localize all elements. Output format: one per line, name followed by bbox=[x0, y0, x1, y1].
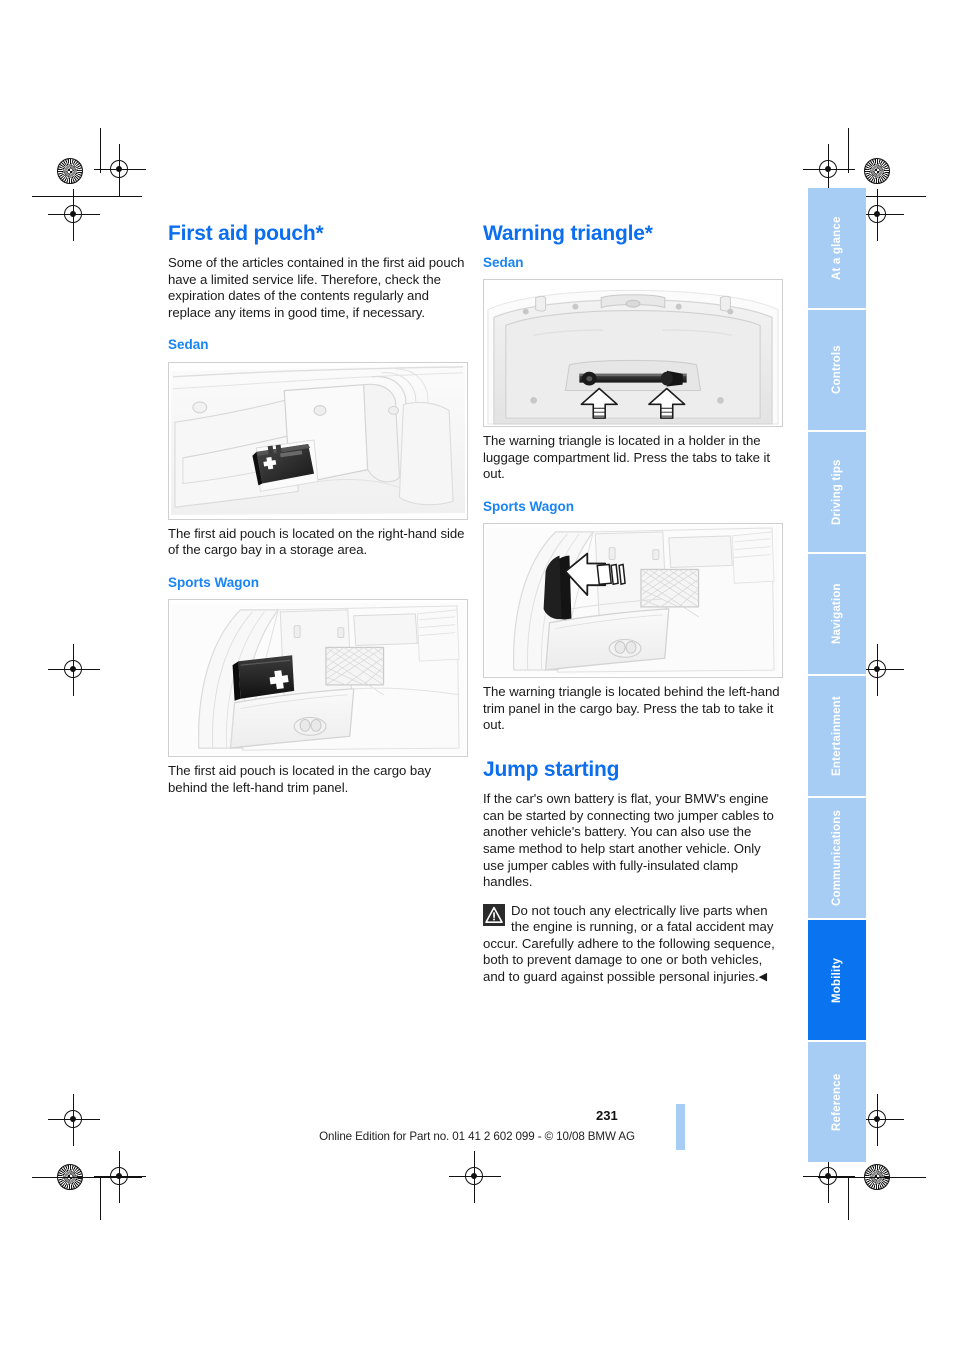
subheading-first-aid-sports-wagon: Sports Wagon bbox=[168, 574, 259, 590]
tab-controls[interactable]: Controls bbox=[808, 310, 866, 430]
figure-first-aid-sports-wagon: WRE11LK0028AA bbox=[168, 599, 468, 758]
tab-at-a-glance[interactable]: At a glance bbox=[808, 188, 866, 308]
first-aid-intro-text: Some of the articles contained in the fi… bbox=[168, 255, 465, 320]
manual-page: First aid pouch* Some of the articles co… bbox=[0, 0, 954, 1350]
subheading-warning-triangle-sedan: Sedan bbox=[483, 255, 524, 271]
tab-label-communications: Communications bbox=[831, 809, 843, 907]
subheading-warning-triangle-sports-wagon: Sports Wagon bbox=[483, 499, 574, 515]
jump-starting-body-text: If the car's own battery is flat, your B… bbox=[483, 791, 774, 890]
tab-label-at-a-glance: At a glance bbox=[831, 216, 843, 280]
chapter-index-tabs: At a glance Controls Driving tips Naviga… bbox=[808, 188, 866, 1164]
page-title-warning-triangle: Warning triangle* bbox=[483, 222, 653, 245]
tab-label-mobility: Mobility bbox=[831, 957, 843, 1003]
tab-communications[interactable]: Communications bbox=[808, 798, 866, 918]
page-number: 231 bbox=[596, 1108, 618, 1123]
caption-warning-triangle-sedan: The warning triangle is located in a hol… bbox=[483, 433, 771, 482]
page-title-first-aid-pouch: First aid pouch* bbox=[168, 222, 324, 245]
footer-edition-line: Online Edition for Part no. 01 41 2 602 … bbox=[319, 1130, 635, 1143]
tab-mobility[interactable]: Mobility bbox=[808, 920, 866, 1040]
page-title-jump-starting: Jump starting bbox=[483, 758, 620, 782]
tab-label-navigation: Navigation bbox=[831, 583, 843, 645]
trim-panel-handle bbox=[293, 716, 327, 736]
caption-first-aid-sedan: The first aid pouch is located on the ri… bbox=[168, 525, 465, 558]
subheading-first-aid-sedan: Sedan bbox=[168, 337, 209, 353]
figure-warning-triangle-sports-wagon: WRE11LK0029AA bbox=[483, 523, 783, 679]
tab-reference[interactable]: Reference bbox=[808, 1042, 866, 1162]
page-number-bar bbox=[676, 1104, 685, 1150]
left-column: First aid pouch* Some of the articles co… bbox=[168, 222, 468, 798]
figure-warning-triangle-sedan: WRE11TK0024AA bbox=[483, 279, 783, 428]
figure-first-aid-sedan: WRE11TK0010AA bbox=[168, 361, 468, 520]
tab-driving-tips[interactable]: Driving tips bbox=[808, 432, 866, 552]
warning-note: Do not touch any electrically live parts… bbox=[483, 903, 783, 986]
illustration-sedan-cargo-bay bbox=[169, 362, 467, 519]
tab-label-reference: Reference bbox=[831, 1073, 843, 1131]
tab-label-driving-tips: Driving tips bbox=[831, 459, 843, 525]
tab-label-entertainment: Entertainment bbox=[831, 696, 843, 776]
warning-end-mark: ◀ bbox=[758, 971, 768, 984]
caption-warning-triangle-sports-wagon: The warning triangle is located behind t… bbox=[483, 684, 780, 733]
illustration-sports-wagon-cargo-bay bbox=[169, 600, 467, 757]
caption-first-aid-sports-wagon: The first aid pouch is located in the ca… bbox=[168, 763, 432, 795]
tab-navigation[interactable]: Navigation bbox=[808, 554, 866, 674]
warning-triangle-icon bbox=[483, 903, 505, 926]
tab-label-controls: Controls bbox=[831, 345, 843, 395]
tab-entertainment[interactable]: Entertainment bbox=[808, 676, 866, 796]
illustration-sports-wagon-trim-panel bbox=[484, 524, 782, 678]
warning-note-text: Do not touch any electrically live parts… bbox=[483, 902, 775, 985]
illustration-trunk-lid-holder bbox=[484, 280, 782, 427]
trim-panel-handle-2 bbox=[608, 639, 642, 659]
right-column: Warning triangle* Sedan The warning tria… bbox=[483, 222, 783, 986]
